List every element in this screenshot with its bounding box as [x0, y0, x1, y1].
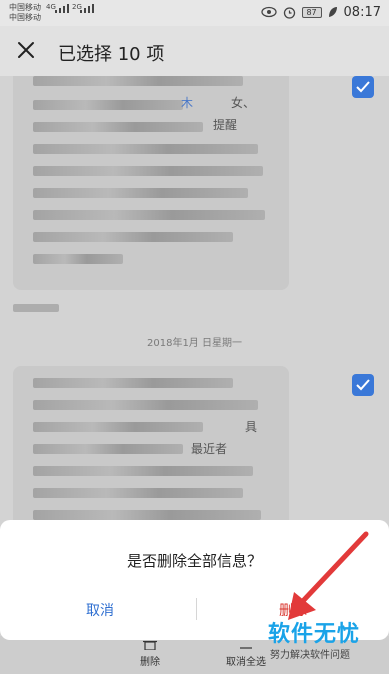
battery-indicator: 87 — [301, 6, 322, 18]
trash-icon — [143, 640, 157, 650]
text-fragment-ju: 具 — [245, 420, 258, 434]
eye-icon — [260, 6, 277, 18]
deselect-all-icon — [240, 647, 252, 649]
status-bar: 中国移动 中国移动 4G 2G 87 08:17 — [0, 0, 389, 26]
carrier-label-1: 中国移动 — [9, 3, 41, 12]
close-icon — [18, 42, 34, 58]
clock: 08:17 — [343, 4, 381, 20]
message-timestamp — [13, 304, 59, 312]
carrier-label-2: 中国移动 — [9, 13, 41, 22]
screen: 中国移动 中国移动 4G 2G 87 08:17 已选择 10 项 木 女、 提… — [0, 0, 389, 674]
leaf-icon — [328, 7, 337, 17]
message-bubble[interactable]: 木 女、 提醒 — [13, 76, 289, 290]
delete-action-label: 删除 — [140, 657, 160, 668]
watermark-main: 软件无忧 — [268, 622, 361, 647]
signal-icon — [55, 4, 69, 13]
check-icon — [356, 81, 370, 93]
annotation-arrow-icon — [288, 531, 369, 620]
page-title: 已选择 10 项 — [58, 44, 165, 65]
watermark-logo: 软件无忧 努力解决软件问题 — [268, 616, 378, 666]
alarm-icon — [283, 6, 295, 19]
cancel-select-all-action[interactable]: 取消全选 — [218, 640, 274, 668]
signal-icon-2 — [80, 4, 94, 13]
status-icons: 87 08:17 — [260, 4, 381, 20]
date-separator: 2018年1月 日星期一 — [147, 338, 242, 349]
text-fragment-zuiyou: 最近者 — [191, 442, 228, 456]
selection-header: 已选择 10 项 — [0, 26, 389, 76]
dialog-cancel-button[interactable]: 取消 — [60, 600, 140, 620]
watermark-sub: 努力解决软件问题 — [270, 650, 350, 661]
select-checkbox[interactable] — [352, 76, 374, 98]
select-checkbox[interactable] — [352, 374, 374, 396]
check-icon — [356, 379, 370, 391]
close-button[interactable] — [14, 38, 38, 62]
link-fragment[interactable]: 木 — [181, 94, 193, 111]
text-fragment-remind: 提醒 — [213, 118, 238, 132]
dialog-divider — [196, 598, 197, 620]
cancel-select-all-label: 取消全选 — [226, 657, 266, 668]
delete-action[interactable]: 删除 — [134, 640, 166, 668]
text-fragment: 女、 — [231, 96, 256, 110]
